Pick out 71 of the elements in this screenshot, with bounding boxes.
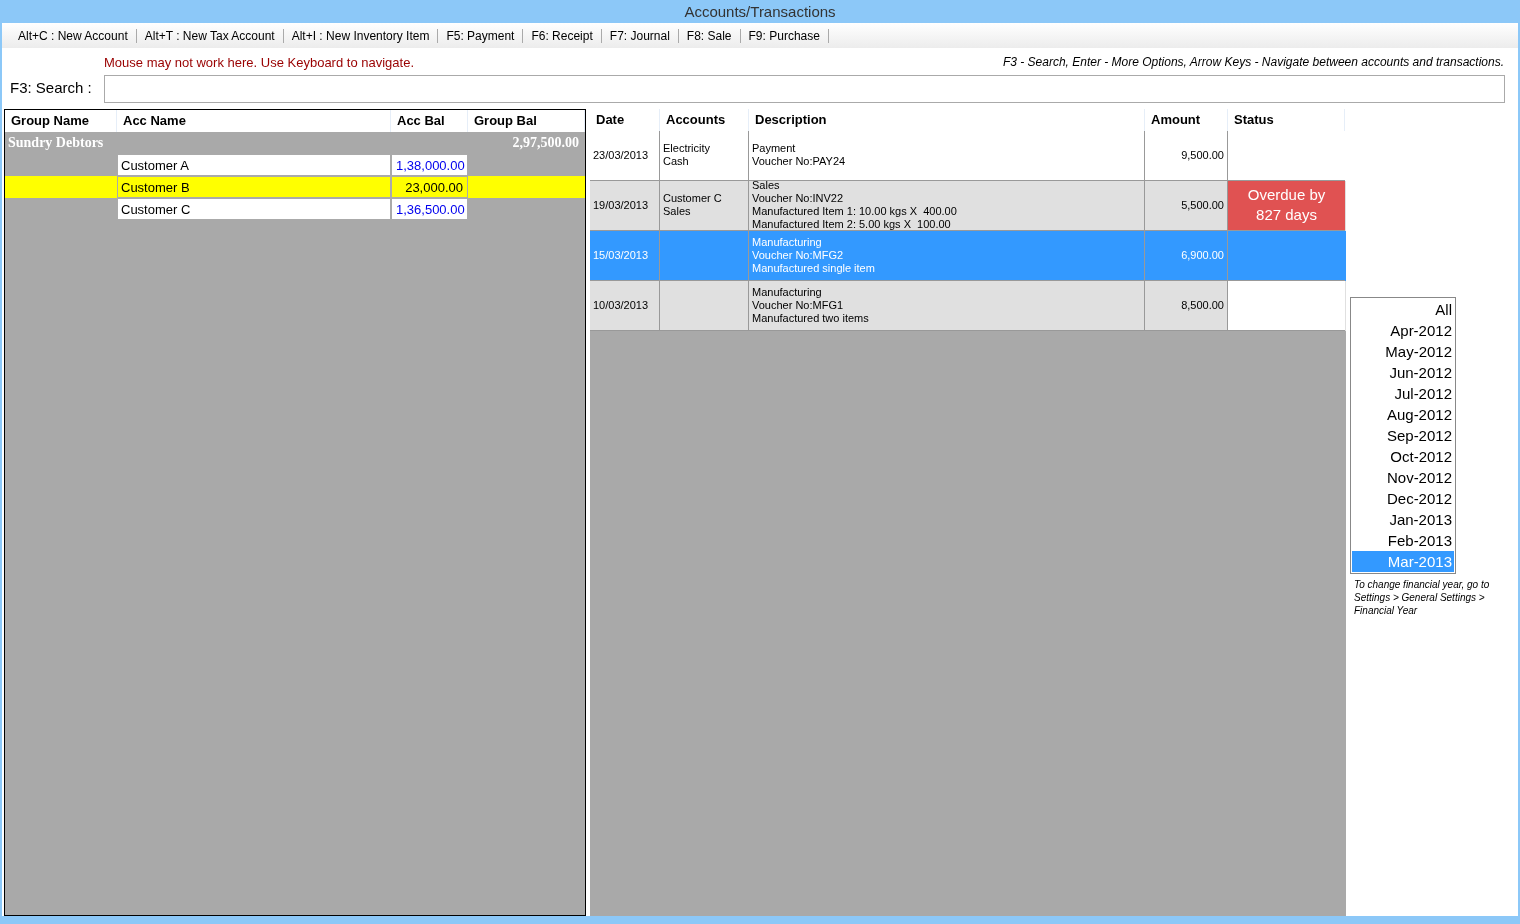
- month-item[interactable]: Apr-2012: [1352, 319, 1454, 341]
- description-line: Voucher No:MFG2: [752, 248, 845, 262]
- group-balance: 2,97,500.00: [512, 134, 580, 152]
- transaction-row[interactable]: 10/03/2013 Manufacturing Voucher No:MFG1 Manufactured two items 8,500.00: [590, 280, 1346, 331]
- account-name: Customer C: [663, 192, 723, 205]
- date-cell: 19/03/2013: [590, 180, 660, 231]
- warning-text: Mouse may not work here. Use Keyboard to navigate.: [104, 54, 414, 72]
- column-header: Amount: [1145, 108, 1228, 131]
- description-line: Voucher No:INV22: [752, 192, 845, 205]
- month-item[interactable]: May-2012: [1352, 340, 1454, 362]
- toolbar-button[interactable]: F8: Sale: [678, 28, 741, 43]
- month-item[interactable]: Oct-2012: [1352, 445, 1454, 467]
- date-cell: 23/03/2013: [590, 130, 660, 181]
- month-item[interactable]: Aug-2012: [1352, 403, 1454, 425]
- description-line: Manufactured single item: [752, 261, 876, 275]
- toolbar-button[interactable]: Alt+T : New Tax Account: [136, 28, 284, 43]
- account-name: Sales: [663, 205, 692, 218]
- column-header: Accounts: [660, 108, 749, 131]
- window-title: Accounts/Transactions: [683, 2, 837, 22]
- date-cell: 10/03/2013: [590, 280, 660, 331]
- table-cell: 1,36,500.00: [391, 197, 468, 220]
- account-row[interactable]: Customer A 1,38,000.00: [5, 153, 585, 176]
- table-cell: Customer A: [117, 153, 391, 176]
- toolbar-button[interactable]: Alt+C : New Account: [10, 28, 137, 43]
- toolbar-button[interactable]: F7: Journal: [601, 28, 679, 43]
- column-header: Acc Name: [117, 109, 391, 132]
- month-item[interactable]: Jul-2012: [1352, 382, 1454, 404]
- search-field[interactable]: [104, 74, 1505, 103]
- toolbar-button[interactable]: F6: Receipt: [523, 28, 602, 43]
- description-line: Manufacturing: [752, 285, 823, 299]
- toolbar-button[interactable]: F5: Payment: [438, 28, 524, 43]
- table-cell: 23,000.00: [391, 175, 468, 198]
- column-header: Status: [1228, 108, 1345, 131]
- toolbar-button[interactable]: Alt+I : New Inventory Item: [283, 28, 439, 43]
- column-header: Description: [749, 108, 1145, 131]
- month-item[interactable]: Feb-2013: [1352, 529, 1454, 551]
- search-label: F3: Search :: [10, 78, 93, 99]
- column-header: Date: [590, 108, 660, 131]
- financial-year-note: To change financial year, go to Settings > General Settings > Financial Year: [1353, 577, 1491, 617]
- table-cell: 1,38,000.00: [391, 153, 468, 176]
- transaction-row[interactable]: 19/03/2013 Customer C Sales Sales Voucher No:INV22 Manufactured Item 1: 10.00 kgs X 400.00 Manufactured Item 2: 5.00 kgs X 100.00 5,500.00 Overdue by 827 days: [590, 180, 1346, 231]
- transaction-row[interactable]: 23/03/2013 Electricity Cash Payment Voucher No:PAY24 9,500.00: [590, 130, 1346, 181]
- description-line: Voucher No:MFG1: [752, 298, 845, 312]
- month-item[interactable]: Sep-2012: [1352, 424, 1454, 446]
- account-name: Electricity: [663, 142, 712, 155]
- description-line: Manufactured Item 2: 5.00 kgs X 100.00: [752, 218, 952, 231]
- month-item[interactable]: Dec-2012: [1352, 487, 1454, 509]
- group-name: Sundry Debtors: [8, 134, 104, 152]
- column-header: Acc Bal: [391, 109, 468, 132]
- date-cell: 15/03/2013: [590, 230, 660, 281]
- description-line: Manufacturing: [752, 235, 823, 249]
- month-item[interactable]: All: [1352, 298, 1454, 320]
- month-item[interactable]: Jun-2012: [1352, 361, 1454, 383]
- month-item[interactable]: Jan-2013: [1352, 508, 1454, 530]
- account-name: Cash: [663, 155, 690, 168]
- description-line: Manufactured two items: [752, 311, 870, 325]
- table-cell: Customer B: [117, 175, 391, 198]
- month-item[interactable]: Nov-2012: [1352, 466, 1454, 488]
- status-badge: Overdue by 827 days: [1228, 180, 1345, 230]
- column-header: Group Name: [5, 109, 117, 132]
- account-row[interactable]: Customer B 23,000.00: [5, 175, 585, 198]
- amount-cell: 6,900.00: [1145, 230, 1228, 281]
- column-header: Group Bal: [468, 109, 585, 132]
- table-cell: Customer C: [117, 197, 391, 220]
- description-line: Voucher No:PAY24: [752, 155, 847, 168]
- account-row[interactable]: Customer C 1,36,500.00: [5, 197, 585, 220]
- description-line: Sales: [752, 179, 781, 192]
- toolbar-button[interactable]: F9: Purchase: [740, 28, 829, 43]
- description-line: Manufactured Item 1: 10.00 kgs X 400.00: [752, 205, 958, 218]
- description-line: Payment: [752, 142, 797, 155]
- help-text: F3 - Search, Enter - More Options, Arrow Keys - Navigate between accounts and transactions.: [1002, 54, 1504, 71]
